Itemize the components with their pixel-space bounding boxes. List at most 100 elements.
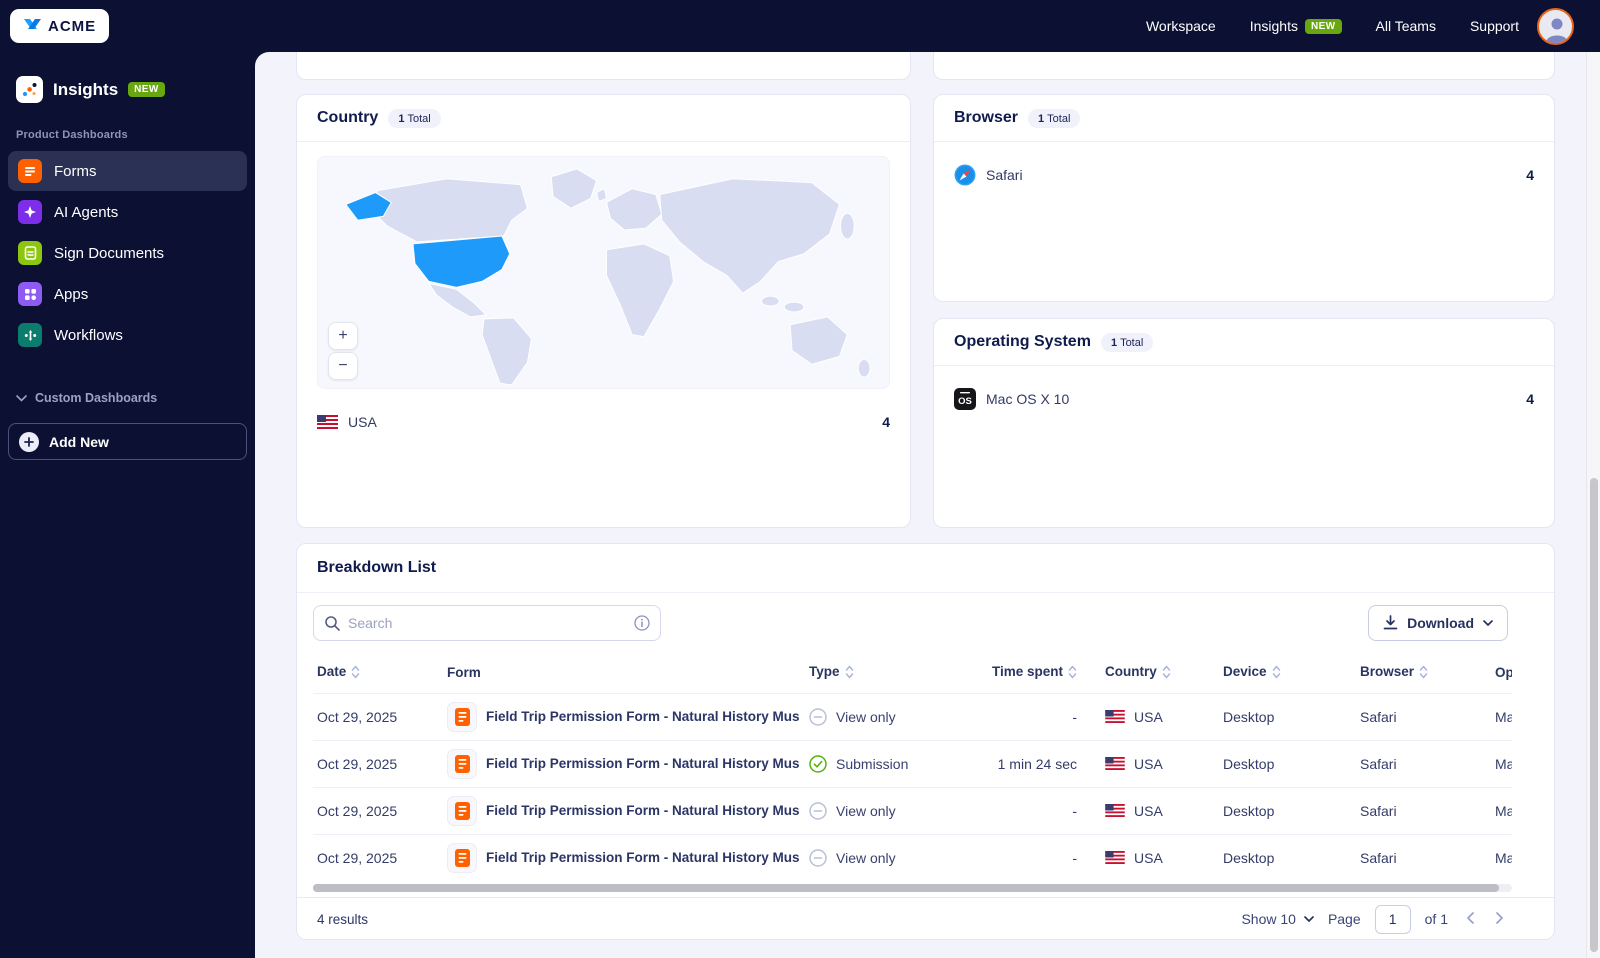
macos-icon: OS <box>954 388 976 410</box>
column-header-form[interactable]: Form <box>443 653 805 693</box>
cell-form: Field Trip Permission Form - Natural His… <box>443 786 805 834</box>
cell-os: Mac OS X 10 <box>1491 739 1512 787</box>
cell-type: Submission <box>805 739 965 787</box>
show-per-page-select[interactable]: Show 10 <box>1241 911 1314 927</box>
column-header-device[interactable]: Device <box>1219 653 1356 693</box>
cell-country: USA <box>1083 692 1219 740</box>
topnav-support[interactable]: Support <box>1470 18 1519 34</box>
country-value: 4 <box>882 414 890 430</box>
sidebar-item-sign-documents[interactable]: Sign Documents <box>8 233 247 273</box>
info-icon[interactable] <box>634 615 650 631</box>
acme-logo-icon <box>23 15 42 38</box>
table-row[interactable]: Oct 29, 2025 Field Trip Permission Form … <box>313 833 1512 881</box>
plus-icon <box>19 431 39 452</box>
cell-type: View only <box>805 833 965 881</box>
cell-browser: Safari <box>1356 786 1491 834</box>
vertical-scrollbar-thumb[interactable] <box>1590 478 1598 952</box>
brand-name: ACME <box>48 17 97 35</box>
column-header-date[interactable]: Date <box>313 653 443 693</box>
sidebar-section-label: Product Dashboards <box>16 129 128 141</box>
page-label: Page <box>1327 911 1361 927</box>
breakdown-table: Date Form Type Time spent Country Device… <box>313 653 1512 881</box>
view-only-icon <box>809 801 827 820</box>
breakdown-title: Breakdown List <box>317 559 437 576</box>
column-header-os[interactable]: Operating System <box>1491 653 1512 693</box>
forms-icon <box>18 159 42 183</box>
results-count: 4 results <box>317 911 369 927</box>
sidebar-header: Insights NEW <box>16 76 239 103</box>
sidebar-new-badge: NEW <box>128 82 165 97</box>
form-icon <box>447 795 477 826</box>
country-card: Country 1 Total + − USA 4 <box>296 94 911 528</box>
custom-dashboards-toggle[interactable]: Custom Dashboards <box>16 391 239 405</box>
column-header-country[interactable]: Country <box>1083 653 1219 693</box>
search-input[interactable] <box>348 615 626 631</box>
cell-browser: Safari <box>1356 739 1491 787</box>
topnav-workspace[interactable]: Workspace <box>1146 18 1216 34</box>
new-badge: NEW <box>1304 18 1342 34</box>
usa-flag-icon <box>1105 757 1125 770</box>
sidebar-item-label: Sign Documents <box>54 244 165 262</box>
cell-date: Oct 29, 2025 <box>313 833 443 881</box>
sidebar-item-label: Workflows <box>54 326 123 344</box>
breakdown-toolbar: Download <box>297 593 1554 653</box>
cell-os: Mac OS X 10 <box>1491 692 1512 740</box>
horizontal-scrollbar <box>313 884 1512 892</box>
world-map[interactable]: + − <box>317 156 890 389</box>
country-row-usa: USA 4 <box>297 403 910 441</box>
sidebar-item-ai-agents[interactable]: AI Agents <box>8 192 247 232</box>
view-only-icon <box>809 849 827 867</box>
chevron-down-icon <box>1483 620 1493 626</box>
cell-date: Oct 29, 2025 <box>313 692 443 740</box>
cell-device: Desktop <box>1219 833 1356 881</box>
topnav-all-teams[interactable]: All Teams <box>1376 18 1436 34</box>
browser-card-header: Browser 1 Total <box>934 95 1554 142</box>
search-box <box>313 605 661 641</box>
cell-time-spent: - <box>965 833 1083 881</box>
cell-country: USA <box>1083 739 1219 787</box>
browser-value: 4 <box>1526 167 1534 183</box>
sidebar-item-forms[interactable]: Forms <box>8 151 247 191</box>
sort-icon <box>1162 665 1171 682</box>
os-value: 4 <box>1526 391 1534 407</box>
page-of-label: of 1 <box>1424 911 1448 927</box>
cell-time-spent: - <box>965 692 1083 740</box>
country-card-header: Country 1 Total <box>297 95 910 142</box>
ai-agents-icon <box>18 200 42 224</box>
horizontal-scrollbar-thumb[interactable] <box>313 884 1499 892</box>
topnav-insights[interactable]: Insights NEW <box>1250 18 1342 34</box>
previous-page-button[interactable] <box>1462 910 1478 929</box>
cell-date: Oct 29, 2025 <box>313 739 443 787</box>
sidebar-item-apps[interactable]: Apps <box>8 274 247 314</box>
os-card: Operating System 1 Total OS Mac OS X 10 4 <box>933 318 1555 528</box>
cell-form: Field Trip Permission Form - Natural His… <box>443 739 805 787</box>
map-zoom-in-button[interactable]: + <box>328 322 358 350</box>
svg-text:OS: OS <box>958 396 972 407</box>
column-header-time-spent[interactable]: Time spent <box>965 653 1083 693</box>
sort-icon <box>1068 665 1077 682</box>
sidebar-item-workflows[interactable]: Workflows <box>8 315 247 355</box>
table-row[interactable]: Oct 29, 2025 Field Trip Permission Form … <box>313 786 1512 834</box>
card-title: Operating System <box>954 333 1091 350</box>
card-title: Browser <box>954 109 1019 126</box>
next-page-button[interactable] <box>1492 910 1508 929</box>
column-header-type[interactable]: Type <box>805 653 965 693</box>
sort-icon <box>845 665 854 682</box>
table-row[interactable]: Oct 29, 2025 Field Trip Permission Form … <box>313 692 1512 740</box>
map-zoom-out-button[interactable]: − <box>328 352 358 380</box>
form-icon <box>447 701 477 732</box>
world-map-graphic <box>345 168 871 386</box>
download-button[interactable]: Download <box>1368 605 1508 641</box>
column-header-browser[interactable]: Browser <box>1356 653 1491 693</box>
breakdown-list-card: Breakdown List Downl <box>296 543 1555 940</box>
add-new-button[interactable]: Add New <box>8 423 247 460</box>
breakdown-footer: 4 results Show 10 Page of 1 <box>297 897 1554 940</box>
page-number-input[interactable] <box>1374 904 1411 934</box>
acme-logo[interactable]: ACME <box>10 9 110 43</box>
os-row-macos: OS Mac OS X 10 4 <box>934 380 1554 418</box>
cell-device: Desktop <box>1219 692 1356 740</box>
user-avatar[interactable] <box>1537 7 1574 45</box>
insights-app-icon <box>16 76 43 103</box>
workflows-icon <box>18 323 42 347</box>
table-row[interactable]: Oct 29, 2025 Field Trip Permission Form … <box>313 739 1512 787</box>
